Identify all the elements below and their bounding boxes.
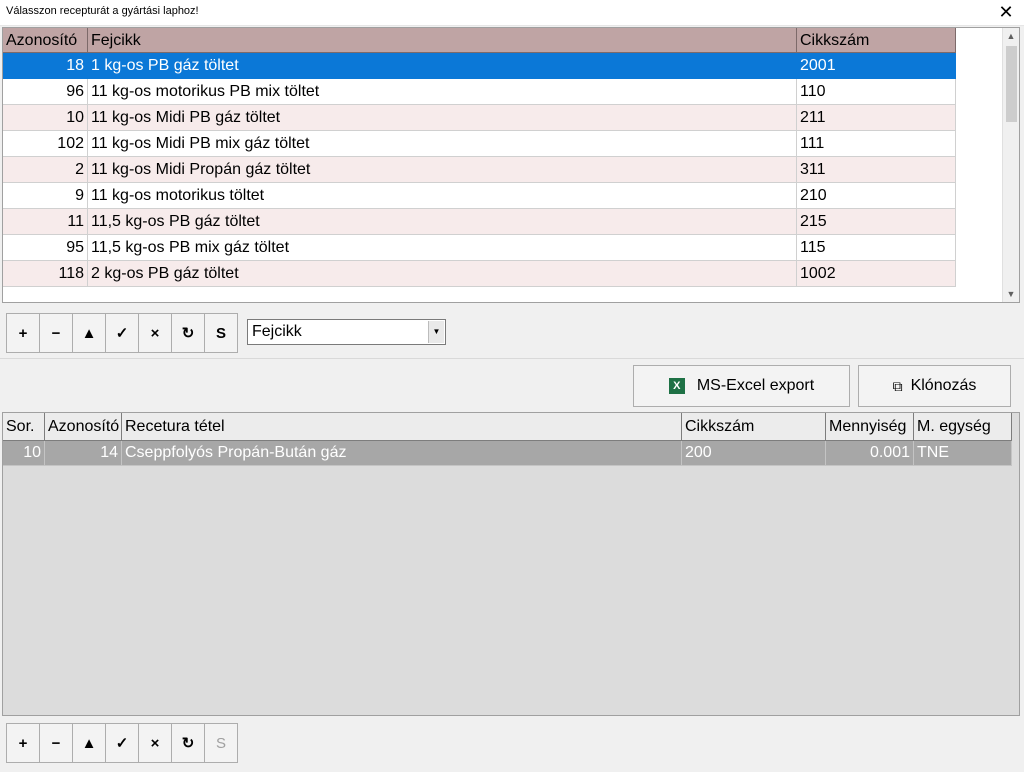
table-cell: 110	[797, 79, 956, 105]
col-m-egyseg[interactable]: M. egység	[914, 413, 1012, 441]
move-up-button[interactable]: ▲	[72, 313, 106, 353]
table-cell: 11 kg-os motorikus PB mix töltet	[88, 79, 797, 105]
col-cikkszam[interactable]: Cikkszám	[682, 413, 826, 441]
table-cell: 11,5 kg-os PB gáz töltet	[88, 209, 797, 235]
table-cell: 211	[797, 105, 956, 131]
s-button[interactable]: S	[204, 723, 238, 763]
close-icon[interactable]: ✕	[996, 2, 1016, 22]
col-sor[interactable]: Sor.	[3, 413, 45, 441]
table-cell: 9	[3, 183, 88, 209]
table-row[interactable]: 18 1 kg-os PB gáz töltet 2001	[3, 53, 956, 79]
table-cell: 102	[3, 131, 88, 157]
grid2-header: Sor. Azonosító Recetura tétel Cikkszám M…	[3, 413, 1012, 441]
table-cell: 10	[3, 105, 88, 131]
table-row[interactable]: 9 11 kg-os motorikus töltet 210	[3, 183, 956, 209]
recipe-header-grid[interactable]: Azonosító Fejcikk Cikkszám 18 1 kg-os PB …	[2, 27, 1020, 303]
table-row[interactable]: 96 11 kg-os motorikus PB mix töltet 110	[3, 79, 956, 105]
col-recetura-tetel[interactable]: Recetura tétel	[122, 413, 682, 441]
table-cell: 11	[3, 209, 88, 235]
col-mennyiseg[interactable]: Mennyiség	[826, 413, 914, 441]
clone-label: Klónozás	[910, 377, 977, 394]
field-select[interactable]: Fejcikk ▼	[247, 319, 446, 345]
clone-button[interactable]: ⧉ Klónozás	[858, 365, 1011, 407]
refresh-button[interactable]: ↻	[171, 313, 205, 353]
table-cell: 215	[797, 209, 956, 235]
col-azonosito[interactable]: Azonosító	[45, 413, 122, 441]
title-bar: Válasszon recepturát a gyártási laphoz! …	[0, 0, 1024, 26]
table-row[interactable]: 10 14 Cseppfolyós Propán-Bután gáz 200 0.001…	[3, 441, 1012, 466]
excel-export-label: MS-Excel export	[696, 377, 815, 394]
table-cell: 11 kg-os motorikus töltet	[88, 183, 797, 209]
grid1-header: Azonosító Fejcikk Cikkszám	[3, 28, 956, 53]
table-cell: 118	[3, 261, 88, 287]
remove-button[interactable]: −	[39, 723, 73, 763]
col-cikkszam[interactable]: Cikkszám	[797, 28, 956, 53]
recipe-items-grid[interactable]: Sor. Azonosító Recetura tétel Cikkszám M…	[2, 412, 1020, 716]
table-cell: 10	[3, 441, 45, 466]
add-button[interactable]: +	[6, 313, 40, 353]
table-cell: 2001	[797, 53, 956, 79]
table-cell: 11 kg-os Midi PB gáz töltet	[88, 105, 797, 131]
scroll-down-icon[interactable]: ▼	[1003, 286, 1019, 302]
excel-icon: X	[668, 378, 685, 394]
grid2-toolbar: + − ▲ ✓ × ↻ S	[6, 723, 238, 763]
move-up-button[interactable]: ▲	[72, 723, 106, 763]
col-azonosito[interactable]: Azonosító	[3, 28, 88, 53]
remove-button[interactable]: −	[39, 313, 73, 353]
col-fejcikk[interactable]: Fejcikk	[88, 28, 797, 53]
table-cell: 0.001	[826, 441, 914, 466]
table-cell: 18	[3, 53, 88, 79]
scroll-thumb[interactable]	[1006, 46, 1017, 122]
refresh-button[interactable]: ↻	[171, 723, 205, 763]
table-row[interactable]: 118 2 kg-os PB gáz töltet 1002	[3, 261, 956, 287]
table-cell: 2 kg-os PB gáz töltet	[88, 261, 797, 287]
table-cell: 111	[797, 131, 956, 157]
table-cell: Cseppfolyós Propán-Bután gáz	[122, 441, 682, 466]
table-cell: 210	[797, 183, 956, 209]
add-button[interactable]: +	[6, 723, 40, 763]
cancel-button[interactable]: ×	[138, 313, 172, 353]
table-cell: 200	[682, 441, 826, 466]
table-row[interactable]: 11 11,5 kg-os PB gáz töltet 215	[3, 209, 956, 235]
table-cell: 115	[797, 235, 956, 261]
table-row[interactable]: 102 11 kg-os Midi PB mix gáz töltet 111	[3, 131, 956, 157]
table-cell: 11 kg-os Midi PB mix gáz töltet	[88, 131, 797, 157]
confirm-button[interactable]: ✓	[105, 723, 139, 763]
confirm-button[interactable]: ✓	[105, 313, 139, 353]
grid1-toolbar: + − ▲ ✓ × ↻ S	[6, 313, 238, 353]
cancel-button[interactable]: ×	[138, 723, 172, 763]
table-cell: TNE	[914, 441, 1012, 466]
table-cell: 11,5 kg-os PB mix gáz töltet	[88, 235, 797, 261]
field-select-value: Fejcikk	[252, 323, 302, 340]
table-row[interactable]: 2 11 kg-os Midi Propán gáz töltet 311	[3, 157, 956, 183]
table-cell: 11 kg-os Midi Propán gáz töltet	[88, 157, 797, 183]
table-cell: 14	[45, 441, 122, 466]
chevron-down-icon[interactable]: ▼	[428, 321, 444, 343]
table-cell: 311	[797, 157, 956, 183]
table-cell: 95	[3, 235, 88, 261]
vertical-scrollbar[interactable]: ▲ ▼	[1002, 28, 1019, 302]
copy-icon: ⧉	[892, 377, 903, 394]
window-title: Válasszon recepturát a gyártási laphoz!	[6, 5, 199, 17]
table-row[interactable]: 10 11 kg-os Midi PB gáz töltet 211	[3, 105, 956, 131]
divider	[0, 358, 1024, 359]
scroll-up-icon[interactable]: ▲	[1003, 28, 1019, 44]
table-cell: 1002	[797, 261, 956, 287]
s-button[interactable]: S	[204, 313, 238, 353]
table-row[interactable]: 95 11,5 kg-os PB mix gáz töltet 115	[3, 235, 956, 261]
table-cell: 2	[3, 157, 88, 183]
table-cell: 1 kg-os PB gáz töltet	[88, 53, 797, 79]
table-cell: 96	[3, 79, 88, 105]
excel-export-button[interactable]: X MS-Excel export	[633, 365, 850, 407]
